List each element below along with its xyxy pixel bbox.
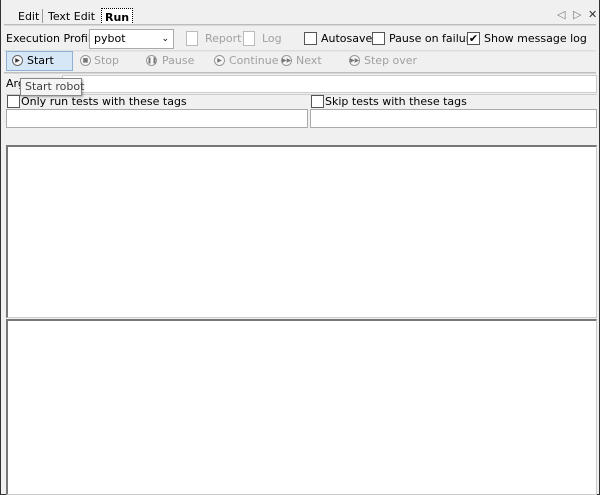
tab-separator [42,9,43,23]
pause-on-failure-label: Pause on failure [389,32,477,45]
chevron-down-icon: ⌄ [161,34,169,44]
report-icon [186,31,198,46]
log-icon [243,31,255,46]
next-icon: ▶▶ [281,55,292,66]
stop-button[interactable]: Stop [94,54,119,68]
divider [4,24,596,26]
tab-next-icon[interactable]: ▷ [573,8,581,22]
profile-value: pybot [94,32,126,45]
include-tags-checkbox[interactable] [7,95,20,108]
continue-icon: ▶ [214,55,225,66]
profile-select[interactable]: pybot ⌄ [89,29,174,49]
step-over-button[interactable]: Step over [364,54,417,68]
exclude-tags-checkbox[interactable] [311,95,324,108]
exclude-tags-input[interactable] [310,109,597,128]
tab-run[interactable]: Run [101,8,134,25]
continue-button[interactable]: Continue [229,54,278,68]
next-button[interactable]: Next [296,54,322,68]
profile-label: Execution Profile: [6,32,102,45]
close-icon[interactable]: ✕ [588,8,597,22]
arguments-input[interactable] [62,75,597,93]
show-message-log-label: Show message log [484,32,587,45]
message-log-panel[interactable] [6,319,597,495]
show-message-log-checkbox[interactable]: ✔ [467,32,480,45]
stop-icon: ■ [80,55,91,66]
start-label: Start [27,54,54,67]
pause-on-failure-checkbox[interactable] [372,32,385,45]
tab-prev-icon[interactable]: ◁ [557,8,565,22]
exclude-tags-label: Skip tests with these tags [325,95,467,108]
autosave-checkbox[interactable] [304,32,317,45]
pause-icon: ❚❚ [146,55,158,66]
start-button[interactable]: ▶ Start [6,51,73,71]
report-button[interactable]: Report [205,32,241,46]
tab-text-edit[interactable]: Text Edit [48,8,95,25]
include-tags-input[interactable] [6,109,308,128]
tooltip: Start robot [20,78,85,96]
divider [4,50,596,52]
step-over-icon: ▶▶ [349,55,360,66]
tooltip-text: Start robot [25,80,85,93]
tab-edit[interactable]: Edit [18,8,39,25]
play-icon: ▶ [12,55,23,66]
divider [4,72,596,74]
autosave-label: Autosave [321,32,373,45]
log-button[interactable]: Log [262,32,282,46]
output-panel[interactable] [6,145,597,318]
include-tags-label: Only run tests with these tags [21,95,187,108]
pause-button[interactable]: Pause [162,54,194,68]
